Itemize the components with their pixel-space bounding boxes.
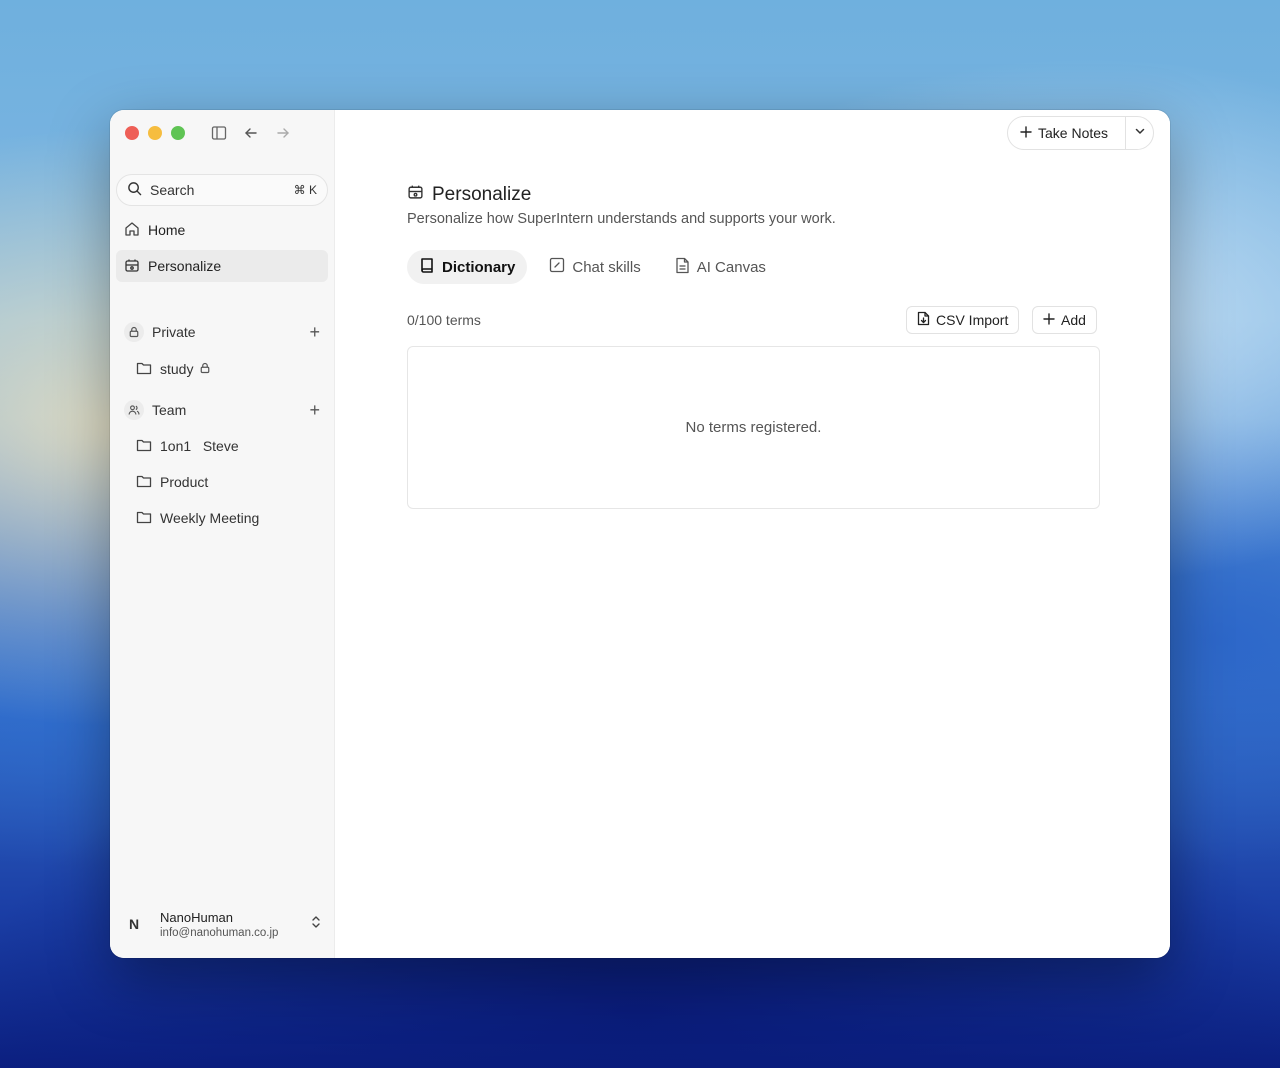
folder-product[interactable]: Product <box>136 468 208 496</box>
section-private[interactable]: Private + <box>116 317 328 347</box>
back-arrow-icon[interactable] <box>242 124 260 142</box>
personalize-icon <box>407 183 424 206</box>
tab-chat-skills[interactable]: Chat skills <box>537 250 652 284</box>
sidebar-item-label: Home <box>148 222 186 238</box>
document-icon <box>675 257 690 278</box>
app-window: Search ⌘ K Home Personalize Private + st… <box>110 110 1170 958</box>
sidebar-item-label: Personalize <box>148 258 222 274</box>
tab-ai-canvas[interactable]: AI Canvas <box>663 250 778 284</box>
folder-icon <box>136 474 152 491</box>
sidebar: Search ⌘ K Home Personalize Private + st… <box>110 110 335 958</box>
search-input[interactable]: Search ⌘ K <box>116 174 328 206</box>
folder-icon <box>136 438 152 455</box>
forward-arrow-icon[interactable] <box>274 124 292 142</box>
sidebar-toggle-icon[interactable] <box>210 124 228 142</box>
user-info: NanoHuman info@nanohuman.co.jp <box>160 910 310 939</box>
file-import-icon <box>917 311 930 329</box>
folder-label: study <box>160 361 194 377</box>
sidebar-item-personalize[interactable]: Personalize <box>116 250 328 282</box>
page-title-text: Personalize <box>432 183 532 205</box>
search-icon <box>127 181 142 199</box>
tab-label: Chat skills <box>572 258 641 276</box>
lock-icon <box>199 361 211 377</box>
terms-list-empty-state: No terms registered. <box>407 346 1100 509</box>
take-notes-label: Take Notes <box>1038 125 1109 141</box>
add-term-button[interactable]: Add <box>1032 306 1097 334</box>
plus-icon <box>1043 312 1055 328</box>
main-content: Take Notes Personalize Personalize how S… <box>335 110 1170 958</box>
skill-icon <box>549 257 565 277</box>
terms-count: 0/100 terms <box>407 312 481 328</box>
section-team[interactable]: Team + <box>116 395 328 425</box>
lock-icon <box>124 322 144 342</box>
tab-dictionary[interactable]: Dictionary <box>407 250 528 284</box>
folder-label: Weekly Meeting <box>160 510 260 526</box>
search-label: Search <box>150 182 195 198</box>
tab-label: AI Canvas <box>696 258 766 276</box>
section-label: Team <box>152 402 187 418</box>
personalize-icon <box>124 257 140 276</box>
team-icon <box>124 400 144 420</box>
empty-message: No terms registered. <box>685 419 822 436</box>
take-notes-dropdown-button[interactable] <box>1125 117 1153 149</box>
folder-icon <box>136 510 152 527</box>
sidebar-toolbar <box>210 124 292 142</box>
add-private-icon[interactable]: + <box>309 323 320 341</box>
page-description: Personalize how SuperIntern understands … <box>407 211 836 227</box>
tab-bar: Dictionary Chat skills AI Canvas <box>407 250 778 284</box>
page-title: Personalize <box>407 183 531 206</box>
sidebar-item-home[interactable]: Home <box>116 214 328 246</box>
window-controls <box>125 126 185 140</box>
csv-import-button[interactable]: CSV Import <box>906 306 1020 334</box>
book-icon <box>419 257 435 278</box>
csv-import-label: CSV Import <box>936 312 1009 328</box>
minimize-window-button[interactable] <box>148 126 162 140</box>
take-notes-button[interactable]: Take Notes <box>1008 117 1125 149</box>
add-team-icon[interactable]: + <box>309 401 320 419</box>
folder-label: Product <box>160 474 209 490</box>
avatar: N <box>128 916 140 932</box>
folder-study[interactable]: study <box>136 355 211 383</box>
user-name: NanoHuman <box>160 909 233 925</box>
chevron-down-icon <box>1134 124 1146 142</box>
user-email: info@nanohuman.co.jp <box>160 926 279 939</box>
section-label: Private <box>152 324 196 340</box>
search-shortcut: ⌘ K <box>293 183 317 197</box>
close-window-button[interactable] <box>125 126 139 140</box>
add-label: Add <box>1061 312 1086 328</box>
plus-icon <box>1020 125 1032 141</box>
account-switcher[interactable]: N NanoHuman info@nanohuman.co.jp <box>122 902 322 946</box>
folder-label: 1on1 Steve <box>160 438 239 454</box>
take-notes-control: Take Notes <box>1007 116 1154 150</box>
folder-weekly-meeting[interactable]: Weekly Meeting <box>136 504 259 532</box>
home-icon <box>124 221 140 240</box>
maximize-window-button[interactable] <box>171 126 185 140</box>
folder-1on1-steve[interactable]: 1on1 Steve <box>136 432 239 460</box>
folder-icon <box>136 361 152 378</box>
chevron-up-down-icon <box>310 914 322 935</box>
tab-label: Dictionary <box>442 258 516 276</box>
